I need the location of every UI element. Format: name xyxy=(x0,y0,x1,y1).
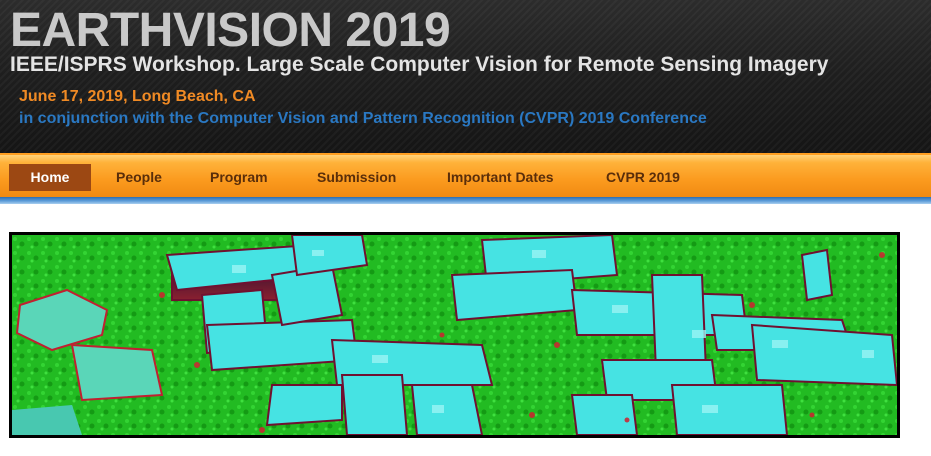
nav-underline xyxy=(0,197,931,204)
main-nav: Home People Program Submission Important… xyxy=(0,153,931,197)
nav-home[interactable]: Home xyxy=(9,164,91,191)
site-subtitle: IEEE/ISPRS Workshop. Large Scale Compute… xyxy=(10,53,829,76)
nav-cvpr-2019[interactable]: CVPR 2019 xyxy=(606,164,680,191)
site-title: EARTHVISION 2019 xyxy=(10,4,451,57)
nav-program[interactable]: Program xyxy=(210,164,268,191)
event-conjunction: in conjunction with the Computer Vision … xyxy=(19,110,707,127)
banner-image xyxy=(9,232,900,438)
nav-submission[interactable]: Submission xyxy=(317,164,396,191)
event-date-location: June 17, 2019, Long Beach, CA xyxy=(19,88,256,105)
nav-people[interactable]: People xyxy=(116,164,162,191)
lidar-city-illustration xyxy=(12,235,897,435)
site-header: EARTHVISION 2019 IEEE/ISPRS Workshop. La… xyxy=(0,0,931,153)
nav-important-dates[interactable]: Important Dates xyxy=(447,164,554,191)
